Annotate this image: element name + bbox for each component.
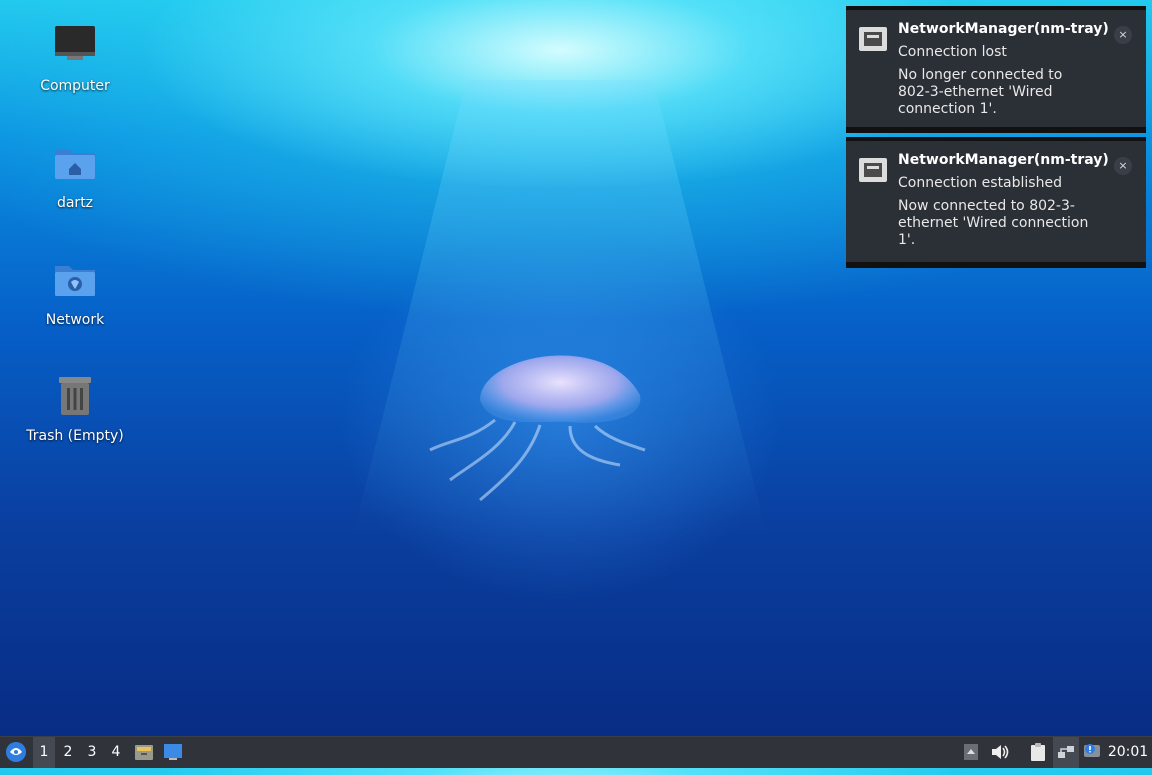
notification-connection-established[interactable]: NetworkManager(nm-tray) Connection estab…	[846, 137, 1146, 268]
notification-connection-lost[interactable]: NetworkManager(nm-tray) Connection lost …	[846, 6, 1146, 133]
desktop-icon-network[interactable]: Network	[20, 256, 130, 328]
home-folder-icon	[55, 149, 95, 179]
desktop-icon-label: Trash (Empty)	[26, 428, 124, 444]
notification-body: No longer connected to 802-3-ethernet 'W…	[898, 67, 1063, 117]
desktop-icon-home[interactable]: dartz	[20, 139, 130, 211]
workspace-3[interactable]: 3	[81, 737, 103, 768]
desktop-icon-label: Network	[45, 312, 105, 328]
file-manager-icon	[135, 745, 153, 760]
wallpaper-jellyfish	[429, 355, 646, 502]
volume-control[interactable]	[989, 737, 1011, 768]
clipboard-tray[interactable]	[1027, 737, 1049, 768]
desktop-icon-label: Computer	[40, 78, 110, 94]
computer-icon	[55, 26, 95, 60]
taskbar: 1 2 3 4 20:01	[0, 736, 1152, 768]
network-icon	[1058, 746, 1074, 758]
desktop-icon	[164, 744, 182, 760]
workspace-4[interactable]: 4	[105, 737, 127, 768]
workspace-2[interactable]: 2	[57, 737, 79, 768]
notification-summary: Connection lost	[898, 44, 1007, 60]
show-desktop-launcher[interactable]	[161, 737, 185, 768]
notification-body: Now connected to 802-3-ethernet 'Wired c…	[898, 198, 1089, 248]
app-menu-icon	[6, 742, 26, 762]
notification-tray[interactable]	[1080, 737, 1104, 768]
network-tray[interactable]	[1053, 737, 1079, 768]
start-menu-button[interactable]	[2, 737, 30, 768]
desktop-icon-computer[interactable]: Computer	[20, 22, 130, 94]
desktop-icon-trash[interactable]: Trash (Empty)	[20, 372, 130, 444]
volume-icon	[992, 745, 1009, 759]
ethernet-icon	[859, 158, 887, 182]
file-manager-launcher[interactable]	[132, 737, 156, 768]
trash-icon	[59, 377, 91, 415]
notification-app-name: NetworkManager(nm-tray)	[898, 152, 1109, 168]
desktop-icon-label: dartz	[56, 195, 94, 211]
info-icon	[1084, 744, 1100, 757]
notification-summary: Connection established	[898, 175, 1062, 191]
tray-expand-button[interactable]	[961, 737, 981, 768]
notification-app-name: NetworkManager(nm-tray)	[898, 21, 1109, 37]
close-icon[interactable]: ×	[1114, 26, 1132, 44]
ethernet-icon	[859, 27, 887, 51]
chevron-up-icon	[964, 744, 978, 760]
workspace-1[interactable]: 1	[33, 737, 55, 768]
close-icon[interactable]: ×	[1114, 157, 1132, 175]
clipboard-icon	[1031, 743, 1045, 761]
network-folder-icon	[55, 266, 95, 296]
clock[interactable]: 20:01	[1106, 737, 1150, 768]
